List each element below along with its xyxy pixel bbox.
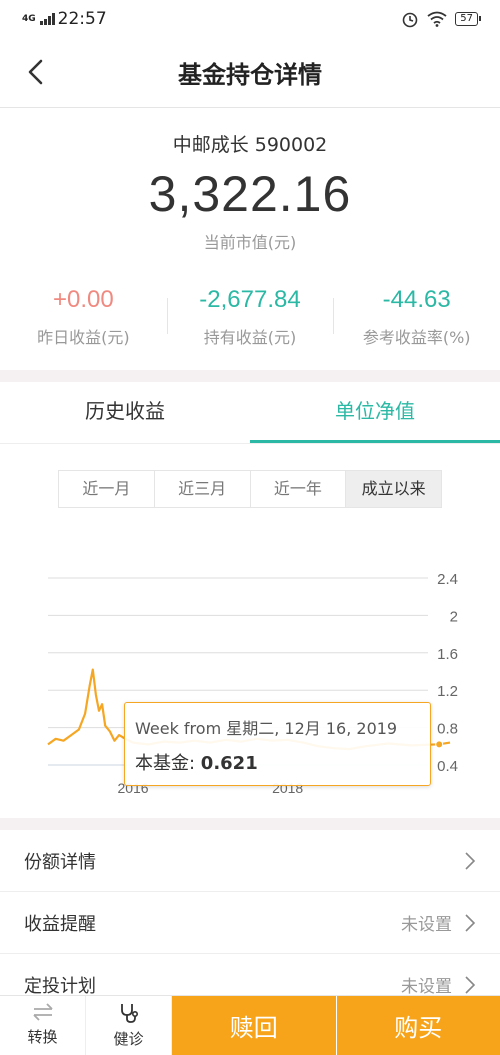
wifi-icon — [427, 11, 447, 27]
chevron-right-icon — [465, 975, 476, 994]
bottom-action-bar: 转换 健诊 赎回 购买 — [0, 995, 500, 1055]
range-since-inception[interactable]: 成立以来 — [346, 471, 441, 507]
market-value: 3,322.16 — [148, 166, 352, 222]
menu-list: 份额详情 收益提醒 未设置 定投计划 未设置 — [0, 830, 500, 1016]
menu-item-share-details[interactable]: 份额详情 — [0, 830, 500, 892]
range-one-month[interactable]: 近一月 — [59, 471, 155, 507]
stat-value: -44.63 — [382, 286, 451, 313]
transfer-label: 转换 — [27, 1028, 58, 1046]
menu-item-value: 未设置 — [401, 915, 452, 935]
y-tick-label: 1.6 — [437, 646, 458, 663]
y-tick-label: 2.4 — [437, 571, 458, 588]
tooltip-value: 0.621 — [200, 753, 258, 774]
fund-name: 中邮成长 590002 — [172, 134, 328, 156]
diagnose-label: 健诊 — [113, 1030, 144, 1048]
section-divider — [0, 818, 500, 830]
status-time: 22:57 — [57, 9, 107, 29]
chart-tabs: 历史收益 单位净值 — [0, 382, 500, 444]
network-indicator: 4G — [22, 13, 36, 24]
section-divider — [0, 370, 500, 382]
tooltip-value-row: 本基金: 0.621 — [135, 749, 420, 775]
stats-row: +0.00 昨日收益(元) -2,677.84 持有收益(元) -44.63 参… — [0, 286, 500, 348]
menu-item-label: 收益提醒 — [24, 913, 96, 935]
menu-item-label: 份额详情 — [24, 851, 96, 873]
stat-label: 昨日收益(元) — [37, 328, 130, 347]
y-tick-label: 0.4 — [437, 758, 458, 775]
stat-value: -2,677.84 — [199, 286, 301, 313]
y-tick-label: 2 — [450, 608, 458, 625]
chevron-right-icon — [465, 913, 476, 932]
highlighted-point — [435, 740, 444, 749]
market-value-label: 当前市值(元) — [203, 233, 297, 252]
status-bar: 4G 22:57 57 — [0, 0, 500, 38]
transfer-button[interactable]: 转换 — [0, 996, 86, 1055]
alarm-icon — [402, 12, 418, 28]
stat-holding: -2,677.84 持有收益(元) — [166, 286, 334, 348]
y-tick-label: 0.8 — [437, 721, 458, 738]
chart-tooltip: Week from 星期二, 12月 16, 2019 本基金: 0.621 — [124, 702, 431, 786]
chevron-right-icon — [465, 851, 476, 870]
menu-item-value: 未设置 — [401, 977, 452, 997]
tab-unit-nav[interactable]: 单位净值 — [250, 382, 500, 443]
battery-indicator: 57 — [455, 12, 481, 26]
range-three-months[interactable]: 近三月 — [155, 471, 251, 507]
menu-item-return-alert[interactable]: 收益提醒 未设置 — [0, 892, 500, 954]
buy-button[interactable]: 购买 — [335, 996, 500, 1055]
y-tick-label: 1.2 — [437, 683, 458, 700]
tab-history-returns[interactable]: 历史收益 — [0, 382, 250, 443]
range-one-year[interactable]: 近一年 — [251, 471, 347, 507]
back-arrow-icon[interactable] — [20, 56, 52, 88]
stat-yesterday: +0.00 昨日收益(元) — [0, 286, 167, 348]
signal-icon — [39, 13, 55, 25]
menu-item-label: 定投计划 — [24, 975, 96, 997]
stat-label: 参考收益率(%) — [362, 328, 471, 347]
fund-summary: 中邮成长 590002 3,322.16 当前市值(元) +0.00 昨日收益(… — [0, 108, 500, 370]
stat-return-rate: -44.63 参考收益率(%) — [333, 286, 500, 348]
diagnose-button[interactable]: 健诊 — [86, 996, 172, 1055]
stat-label: 持有收益(元) — [203, 328, 297, 347]
page-title: 基金持仓详情 — [178, 61, 322, 89]
stat-value: +0.00 — [52, 286, 114, 313]
transfer-arrows-icon — [32, 1003, 53, 1021]
tooltip-series-label: 本基金: — [135, 753, 201, 774]
stethoscope-icon — [120, 1004, 138, 1023]
redeem-button[interactable]: 赎回 — [172, 996, 336, 1055]
tooltip-date: Week from 星期二, 12月 16, 2019 — [135, 719, 398, 738]
nav-bar: 基金持仓详情 — [0, 38, 500, 108]
range-selector: 近一月 近三月 近一年 成立以来 — [58, 470, 442, 508]
